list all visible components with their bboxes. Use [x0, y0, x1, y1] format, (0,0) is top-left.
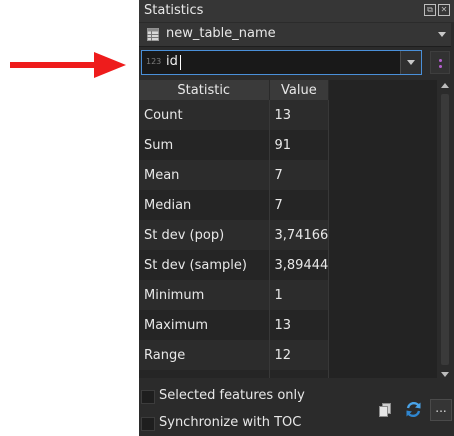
copy-icon[interactable] — [379, 403, 391, 417]
value-cell: 7 — [269, 160, 330, 190]
table-row[interactable]: Median 7 — [139, 190, 330, 220]
value-cell: 3,74166 — [269, 220, 330, 250]
scrollbar-thumb[interactable] — [441, 94, 449, 365]
statistic-cell — [139, 370, 270, 378]
scroll-up-icon[interactable] — [441, 83, 449, 88]
refresh-icon[interactable] — [405, 401, 422, 418]
statistic-cell: St dev (sample) — [139, 250, 270, 280]
more-options-button[interactable]: ... — [430, 399, 452, 421]
value-cell: 3,89444 — [269, 250, 330, 280]
red-arrow-annotation — [10, 52, 126, 78]
statistic-cell: Median — [139, 190, 270, 220]
table-row[interactable]: Minimum 1 — [139, 280, 330, 310]
layer-name: new_table_name — [166, 26, 276, 41]
statistics-table: Statistic Value Count 13 Sum 91 Mean 7 M… — [139, 80, 330, 378]
expression-icon-dot — [439, 65, 442, 68]
statistic-cell: Range — [139, 340, 270, 370]
chevron-down-icon — [407, 60, 415, 65]
value-cell: 1 — [269, 280, 330, 310]
statistic-cell: Maximum — [139, 310, 270, 340]
table-row[interactable]: Range 12 — [139, 340, 330, 370]
close-icon[interactable]: ✕ — [438, 4, 450, 16]
table-row[interactable] — [139, 370, 330, 378]
chevron-down-icon[interactable] — [438, 32, 446, 37]
statistic-cell: Count — [139, 100, 270, 130]
selected-features-only-label[interactable]: Selected features only — [159, 388, 305, 403]
table-row[interactable]: Count 13 — [139, 100, 330, 130]
field-value[interactable]: id — [166, 54, 178, 69]
column-header-value[interactable]: Value — [269, 80, 330, 100]
value-cell — [269, 370, 330, 378]
synchronize-toc-option[interactable]: Synchronize with TOC — [139, 414, 339, 434]
panel-titlebar: Statistics ⧉ ✕ — [139, 0, 454, 22]
value-cell: 7 — [269, 190, 330, 220]
expression-icon — [439, 59, 442, 62]
field-expression-input[interactable]: 123 id — [141, 50, 422, 75]
scroll-down-icon[interactable] — [441, 372, 449, 377]
table-row[interactable]: St dev (sample) 3,89444 — [139, 250, 330, 280]
panel-title: Statistics — [144, 3, 204, 18]
statistic-cell: Minimum — [139, 280, 270, 310]
synchronize-toc-checkbox[interactable] — [141, 417, 155, 431]
selected-features-only-checkbox[interactable] — [141, 390, 155, 404]
value-cell: 12 — [269, 340, 330, 370]
table-scrollbar[interactable] — [439, 80, 451, 380]
statistic-cell: Mean — [139, 160, 270, 190]
table-row[interactable]: Maximum 13 — [139, 310, 330, 340]
text-cursor — [180, 55, 181, 70]
table-row[interactable]: Mean 7 — [139, 160, 330, 190]
statistic-cell: Sum — [139, 130, 270, 160]
table-icon — [147, 28, 159, 41]
field-type-badge: 123 — [146, 57, 162, 66]
layer-select[interactable]: new_table_name — [139, 23, 451, 47]
table-row[interactable]: Sum 91 — [139, 130, 330, 160]
value-cell: 13 — [269, 310, 330, 340]
statistics-panel: Statistics ⧉ ✕ new_table_name 123 id Sta… — [139, 0, 454, 436]
value-cell: 13 — [269, 100, 330, 130]
statistics-table-area: Statistic Value Count 13 Sum 91 Mean 7 M… — [139, 80, 437, 378]
selected-features-only-option[interactable]: Selected features only — [139, 387, 339, 407]
column-header-statistic[interactable]: Statistic — [139, 80, 270, 100]
field-dropdown-button[interactable] — [400, 51, 421, 74]
expression-builder-button[interactable] — [430, 51, 450, 74]
float-icon[interactable]: ⧉ — [424, 4, 436, 16]
table-row[interactable]: St dev (pop) 3,74166 — [139, 220, 330, 250]
statistic-cell: St dev (pop) — [139, 220, 270, 250]
synchronize-toc-label[interactable]: Synchronize with TOC — [159, 415, 301, 430]
value-cell: 91 — [269, 130, 330, 160]
